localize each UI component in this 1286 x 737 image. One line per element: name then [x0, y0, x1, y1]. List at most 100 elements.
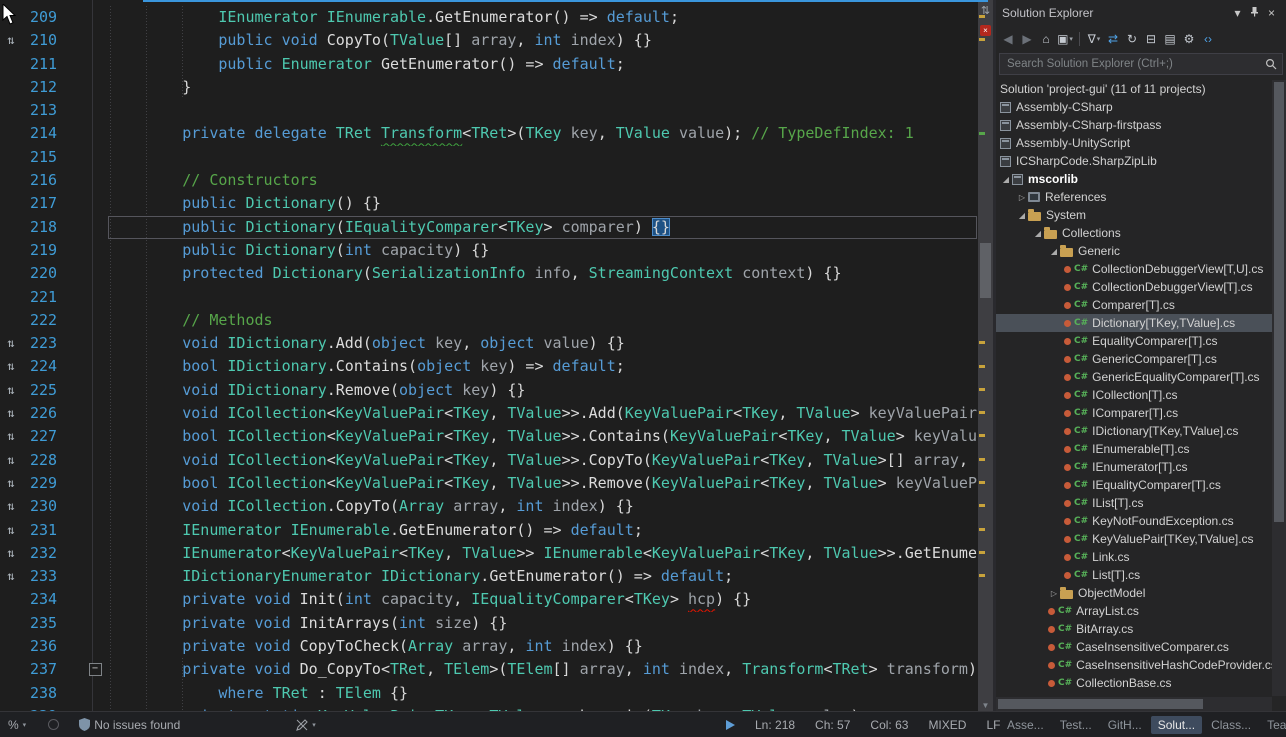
- reference-gutter-icon[interactable]: ⇅: [0, 519, 22, 542]
- line-number[interactable]: 238: [22, 682, 80, 705]
- line-number[interactable]: 233: [22, 565, 80, 588]
- background-task-icon[interactable]: [48, 719, 59, 730]
- line-number[interactable]: 221: [22, 286, 80, 309]
- reference-gutter-icon[interactable]: ⇅: [0, 495, 22, 518]
- tree-item-icomparer-t-cs[interactable]: C#IComparer[T].cs: [996, 404, 1272, 422]
- code-line-224[interactable]: ⇅224 bool IDictionary.Contains(object ke…: [0, 355, 978, 378]
- edit-mode-control[interactable]: ▾: [296, 719, 316, 731]
- home-button[interactable]: ⌂: [1038, 31, 1054, 47]
- reference-gutter-icon[interactable]: ⇅: [0, 472, 22, 495]
- filter-button[interactable]: ∇▾: [1086, 31, 1102, 48]
- line-number[interactable]: 231: [22, 519, 80, 542]
- reference-gutter-icon[interactable]: ⇅: [0, 355, 22, 378]
- reference-gutter-icon[interactable]: ⇅: [0, 29, 22, 52]
- tool-window-tab-test[interactable]: Test...: [1053, 716, 1099, 734]
- reference-gutter-icon[interactable]: ⇅: [0, 402, 22, 425]
- encoding-indicator[interactable]: MIXED: [928, 718, 966, 732]
- tree-item-generic[interactable]: ◢Generic: [996, 242, 1272, 260]
- line-number[interactable]: 229: [22, 472, 80, 495]
- line-number[interactable]: 216: [22, 169, 80, 192]
- tree-item-assembly-csharp[interactable]: Assembly-CSharp: [996, 98, 1272, 116]
- code-line-213[interactable]: 213: [0, 99, 978, 122]
- reference-gutter-icon[interactable]: ⇅: [0, 542, 22, 565]
- tree-item-genericequalitycomparer-t-cs[interactable]: C#GenericEqualityComparer[T].cs: [996, 368, 1272, 386]
- line-number[interactable]: 213: [22, 99, 80, 122]
- collapse-arrow-icon[interactable]: ◢: [1000, 175, 1012, 184]
- code-line-233[interactable]: ⇅233 IDictionaryEnumerator IDictionary.G…: [0, 565, 978, 588]
- reference-gutter-icon[interactable]: ⇅: [0, 379, 22, 402]
- reference-gutter-icon[interactable]: ⇅: [0, 565, 22, 588]
- code-line-209[interactable]: 209 IEnumerator IEnumerable.GetEnumerato…: [0, 6, 978, 29]
- code-line-234[interactable]: 234 private void Init(int capacity, IEqu…: [0, 588, 978, 611]
- tree-item-mscorlib[interactable]: ◢mscorlib: [996, 170, 1272, 188]
- code-line-214[interactable]: 214 private delegate TRet Transform<TRet…: [0, 122, 978, 145]
- line-number[interactable]: 222: [22, 309, 80, 332]
- tree-item-icollection-t-cs[interactable]: C#ICollection[T].cs: [996, 386, 1272, 404]
- show-all-files-button[interactable]: ▤: [1162, 31, 1178, 47]
- tree-item-equalitycomparer-t-cs[interactable]: C#EqualityComparer[T].cs: [996, 332, 1272, 350]
- tool-window-tab-tea[interactable]: Tea...: [1260, 716, 1286, 734]
- sync-with-active-document-button[interactable]: ⇄: [1105, 31, 1121, 47]
- tree-item-list-t-cs[interactable]: C#List[T].cs: [996, 566, 1272, 584]
- tree-item-ienumerable-t-cs[interactable]: C#IEnumerable[T].cs: [996, 440, 1272, 458]
- line-number[interactable]: 234: [22, 588, 80, 611]
- code-line-231[interactable]: ⇅231 IEnumerator IEnumerable.GetEnumerat…: [0, 519, 978, 542]
- tree-item-collectiondebuggerview-t-cs[interactable]: C#CollectionDebuggerView[T].cs: [996, 278, 1272, 296]
- line-number[interactable]: 227: [22, 425, 80, 448]
- tree-item-link-cs[interactable]: C#Link.cs: [996, 548, 1272, 566]
- line-number[interactable]: 224: [22, 355, 80, 378]
- line-number[interactable]: 239: [22, 705, 80, 711]
- tree-horizontal-scrollbar[interactable]: [996, 697, 1272, 711]
- collapse-arrow-icon[interactable]: ◢: [1016, 211, 1028, 220]
- line-number[interactable]: 214: [22, 122, 80, 145]
- code-line-223[interactable]: ⇅223 void IDictionary.Add(object key, ob…: [0, 332, 978, 355]
- tree-item-assembly-csharp-firstpass[interactable]: Assembly-CSharp-firstpass: [996, 116, 1272, 134]
- code-editor[interactable]: 209 IEnumerator IEnumerable.GetEnumerato…: [0, 0, 993, 711]
- code-line-226[interactable]: ⇅226 void ICollection<KeyValuePair<TKey,…: [0, 402, 978, 425]
- collapse-arrow-icon[interactable]: ◢: [1032, 229, 1044, 238]
- code-line-230[interactable]: ⇅230 void ICollection.CopyTo(Array array…: [0, 495, 978, 518]
- line-number[interactable]: 217: [22, 192, 80, 215]
- close-panel-icon[interactable]: ×: [1263, 6, 1280, 20]
- line-number[interactable]: 225: [22, 379, 80, 402]
- expand-arrow-icon[interactable]: ▷: [1048, 589, 1060, 598]
- tool-window-tab-gith[interactable]: GitH...: [1101, 716, 1149, 734]
- line-number[interactable]: 210: [22, 29, 80, 52]
- reference-gutter-icon[interactable]: ⇅: [0, 425, 22, 448]
- line-number[interactable]: 219: [22, 239, 80, 262]
- line-number[interactable]: 232: [22, 542, 80, 565]
- code-line-216[interactable]: 216 // Constructors: [0, 169, 978, 192]
- code-line-235[interactable]: 235 private void InitArrays(int size) {}: [0, 612, 978, 635]
- code-line-215[interactable]: 215: [0, 146, 978, 169]
- scrollbar-thumb[interactable]: [998, 699, 1203, 709]
- line-number[interactable]: 212: [22, 76, 80, 99]
- line-number[interactable]: 215: [22, 146, 80, 169]
- tree-item-icsharpcode-sharpziplib[interactable]: ICSharpCode.SharpZipLib: [996, 152, 1272, 170]
- code-line-227[interactable]: ⇅227 bool ICollection<KeyValuePair<TKey,…: [0, 425, 978, 448]
- tool-window-tab-asse[interactable]: Asse...: [1000, 716, 1051, 734]
- tool-window-tab-class[interactable]: Class...: [1204, 716, 1258, 734]
- line-number[interactable]: 226: [22, 402, 80, 425]
- code-area[interactable]: 209 IEnumerator IEnumerable.GetEnumerato…: [0, 0, 978, 711]
- editor-vertical-scrollbar[interactable]: ⇅ × ▼: [978, 0, 993, 711]
- tree-item-system[interactable]: ◢System: [996, 206, 1272, 224]
- code-line-222[interactable]: 222 // Methods: [0, 309, 978, 332]
- tree-item-iequalitycomparer-t-cs[interactable]: C#IEqualityComparer[T].cs: [996, 476, 1272, 494]
- code-line-232[interactable]: ⇅232 IEnumerator<KeyValuePair<TKey, TVal…: [0, 542, 978, 565]
- line-ending-indicator[interactable]: LF: [986, 718, 1000, 732]
- line-number[interactable]: 220: [22, 262, 80, 285]
- line-number[interactable]: 230: [22, 495, 80, 518]
- code-line-219[interactable]: 219 public Dictionary(int capacity) {}: [0, 239, 978, 262]
- code-line-236[interactable]: 236 private void CopyToCheck(Array array…: [0, 635, 978, 658]
- tree-item-collections[interactable]: ◢Collections: [996, 224, 1272, 242]
- tree-item-collectiondebuggerview-t-u-cs[interactable]: C#CollectionDebuggerView[T,U].cs: [996, 260, 1272, 278]
- code-line-218[interactable]: 218 public Dictionary(IEqualityComparer<…: [0, 216, 978, 239]
- code-line-221[interactable]: 221: [0, 286, 978, 309]
- line-number[interactable]: 218: [22, 216, 80, 239]
- line-number[interactable]: 237: [22, 658, 80, 681]
- line-indicator[interactable]: Ln: 218: [755, 718, 795, 732]
- tree-item-genericcomparer-t-cs[interactable]: C#GenericComparer[T].cs: [996, 350, 1272, 368]
- tree-item-bitarray-cs[interactable]: C#BitArray.cs: [996, 620, 1272, 638]
- scrollbar-thumb[interactable]: [980, 243, 991, 298]
- character-indicator[interactable]: Ch: 57: [815, 718, 850, 732]
